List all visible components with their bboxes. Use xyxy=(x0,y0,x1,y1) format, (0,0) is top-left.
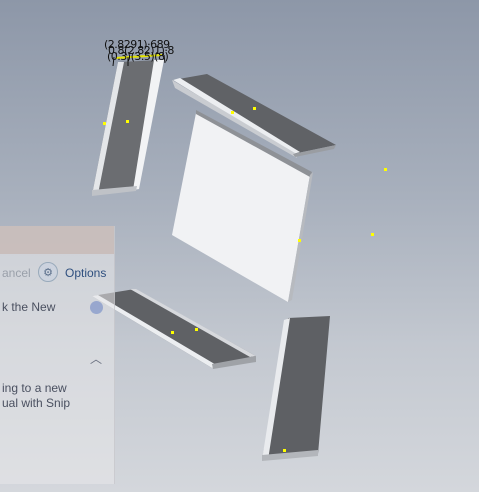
dimension-label: (0.3)(3.5)(8) xyxy=(107,50,169,63)
cancel-button[interactable]: ancel xyxy=(2,266,31,280)
snip-panel-header xyxy=(0,226,114,254)
snip-body-line: ing to a new xyxy=(2,381,67,395)
options-button[interactable]: Options xyxy=(65,266,106,280)
chevron-up-icon[interactable]: ︿ xyxy=(90,350,102,367)
bottom-left-bracket[interactable] xyxy=(92,289,256,369)
bottom-right-bracket[interactable] xyxy=(262,316,330,461)
options-gear-icon[interactable]: ⚙ xyxy=(38,262,58,282)
snip-body-line: ual with Snip xyxy=(2,396,71,410)
snip-new-text: k the New xyxy=(2,300,56,314)
left-upper-bracket[interactable] xyxy=(92,60,164,196)
snip-notification-panel: ancel ⚙ Options k the New ︿ ing to a new… xyxy=(0,226,115,484)
help-icon[interactable] xyxy=(90,301,103,314)
